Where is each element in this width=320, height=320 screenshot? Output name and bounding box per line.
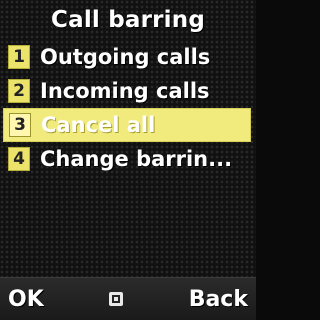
menu-item-change-barring[interactable]: 4 Change barrin... <box>0 142 256 176</box>
menu-item-label: Cancel all <box>41 113 156 137</box>
select-square-icon[interactable] <box>102 285 130 313</box>
menu-item-number: 4 <box>8 147 30 171</box>
menu-item-number: 2 <box>8 79 30 103</box>
menu-item-outgoing-calls[interactable]: 1 Outgoing calls <box>0 40 256 74</box>
menu-list: 1 Outgoing calls 2 Incoming calls 3 Canc… <box>0 40 256 176</box>
menu-item-cancel-all[interactable]: 3 Cancel all <box>3 108 251 142</box>
menu-item-incoming-calls[interactable]: 2 Incoming calls <box>0 74 256 108</box>
ok-softkey[interactable]: OK <box>0 287 52 312</box>
phone-screen: Call barring 1 Outgoing calls 2 Incoming… <box>0 0 256 320</box>
page-title: Call barring <box>51 7 205 33</box>
back-softkey[interactable]: Back <box>181 287 256 312</box>
menu-item-label: Outgoing calls <box>40 45 211 69</box>
menu-item-label: Change barrin... <box>40 147 233 171</box>
softkey-bar: OK Back <box>0 277 256 320</box>
menu-item-number: 3 <box>9 113 31 137</box>
center-key-glyph <box>109 292 124 306</box>
menu-item-label: Incoming calls <box>40 79 210 103</box>
menu-item-number: 1 <box>8 45 30 69</box>
